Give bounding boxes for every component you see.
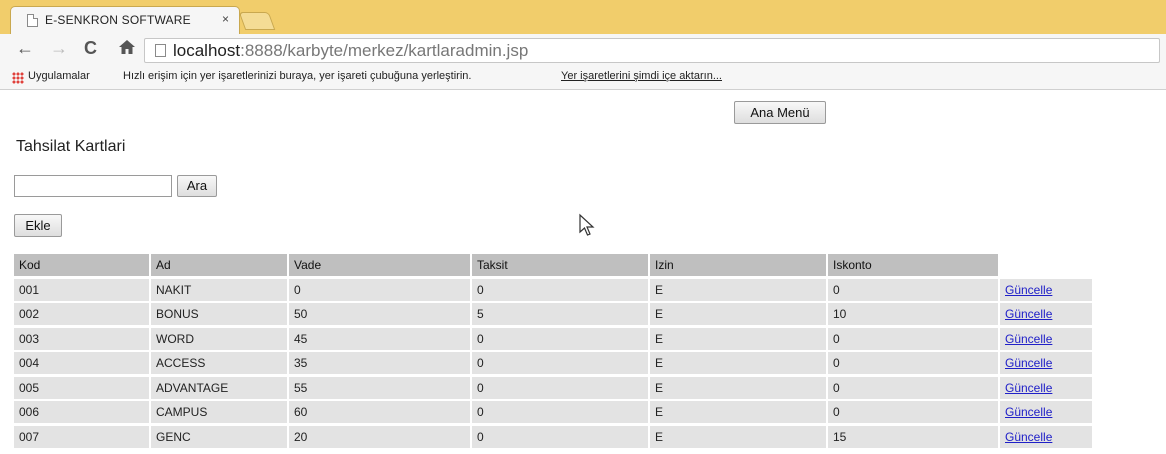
browser-toolbar: ← → C localhost:8888/karbyte/merkez/kart… bbox=[0, 34, 1166, 64]
cell-taksit: 0 bbox=[472, 278, 648, 301]
cell-taksit: 5 bbox=[472, 303, 648, 325]
browser-tab-bar: E-SENKRON SOFTWARE × bbox=[0, 0, 1166, 34]
column-header-iskonto: Iskonto bbox=[828, 254, 998, 276]
back-arrow-icon[interactable]: ← bbox=[16, 38, 34, 58]
cell-izin: E bbox=[650, 303, 826, 325]
search-input[interactable] bbox=[14, 175, 172, 197]
search-button[interactable]: Ara bbox=[177, 175, 217, 197]
update-link[interactable]: Güncelle bbox=[1005, 283, 1052, 297]
cell-taksit: 0 bbox=[472, 376, 648, 399]
cell-action: Güncelle bbox=[1000, 278, 1092, 301]
add-button[interactable]: Ekle bbox=[14, 214, 62, 237]
cell-ad: GENC bbox=[151, 425, 287, 448]
cell-taksit: 0 bbox=[472, 352, 648, 374]
cell-action: Güncelle bbox=[1000, 376, 1092, 399]
page-icon bbox=[155, 44, 166, 57]
tab-title: E-SENKRON SOFTWARE bbox=[45, 13, 191, 27]
cell-action: Güncelle bbox=[1000, 425, 1092, 448]
cell-action: Güncelle bbox=[1000, 327, 1092, 350]
cell-iskonto: 0 bbox=[828, 278, 998, 301]
cell-taksit: 0 bbox=[472, 327, 648, 350]
home-icon[interactable] bbox=[118, 38, 136, 60]
url-text: localhost:8888/karbyte/merkez/kartlaradm… bbox=[173, 41, 529, 60]
column-header-ad: Ad bbox=[151, 254, 287, 276]
bookmarks-hint: Hızlı erişim için yer işaretlerinizi bur… bbox=[123, 70, 472, 82]
main-menu-button[interactable]: Ana Menü bbox=[734, 101, 826, 124]
cell-iskonto: 0 bbox=[828, 401, 998, 423]
reload-icon[interactable]: C bbox=[84, 38, 97, 58]
import-bookmarks-link[interactable]: Yer işaretlerini şimdi içe aktarın... bbox=[561, 70, 722, 82]
page-title: Tahsilat Kartlari bbox=[16, 138, 126, 155]
cell-iskonto: 10 bbox=[828, 303, 998, 325]
cell-kod: 003 bbox=[14, 327, 149, 350]
cell-izin: E bbox=[650, 327, 826, 350]
update-link[interactable]: Güncelle bbox=[1005, 405, 1052, 419]
update-link[interactable]: Güncelle bbox=[1005, 381, 1052, 395]
cell-vade: 20 bbox=[289, 425, 470, 448]
cell-taksit: 0 bbox=[472, 401, 648, 423]
forward-arrow-icon[interactable]: → bbox=[50, 38, 68, 58]
bookmarks-bar: Uygulamalar Hızlı erişim için yer işaret… bbox=[0, 64, 1166, 90]
cell-kod: 006 bbox=[14, 401, 149, 423]
cell-kod: 007 bbox=[14, 425, 149, 448]
cell-iskonto: 15 bbox=[828, 425, 998, 448]
cell-action: Güncelle bbox=[1000, 352, 1092, 374]
cell-vade: 35 bbox=[289, 352, 470, 374]
cell-izin: E bbox=[650, 278, 826, 301]
close-tab-icon[interactable]: × bbox=[222, 12, 229, 26]
cell-vade: 60 bbox=[289, 401, 470, 423]
cell-action: Güncelle bbox=[1000, 401, 1092, 423]
bookmark-apps[interactable]: Uygulamalar bbox=[28, 70, 90, 82]
cell-iskonto: 0 bbox=[828, 352, 998, 374]
cell-vade: 0 bbox=[289, 278, 470, 301]
page-favicon-icon bbox=[27, 14, 38, 27]
cell-izin: E bbox=[650, 376, 826, 399]
column-header-izin: Izin bbox=[650, 254, 826, 276]
cell-kod: 002 bbox=[14, 303, 149, 325]
cell-kod: 005 bbox=[14, 376, 149, 399]
cell-ad: CAMPUS bbox=[151, 401, 287, 423]
cell-vade: 55 bbox=[289, 376, 470, 399]
cell-ad: NAKIT bbox=[151, 278, 287, 301]
cell-kod: 004 bbox=[14, 352, 149, 374]
cell-kod: 001 bbox=[14, 278, 149, 301]
update-link[interactable]: Güncelle bbox=[1005, 356, 1052, 370]
column-header-vade: Vade bbox=[289, 254, 470, 276]
cell-vade: 45 bbox=[289, 327, 470, 350]
update-link[interactable]: Güncelle bbox=[1005, 430, 1052, 444]
browser-tab[interactable]: E-SENKRON SOFTWARE × bbox=[10, 6, 240, 34]
cell-ad: WORD bbox=[151, 327, 287, 350]
new-tab-button[interactable] bbox=[238, 12, 276, 30]
cell-izin: E bbox=[650, 352, 826, 374]
cell-ad: ACCESS bbox=[151, 352, 287, 374]
cell-izin: E bbox=[650, 425, 826, 448]
update-link[interactable]: Güncelle bbox=[1005, 307, 1052, 321]
address-bar[interactable]: localhost:8888/karbyte/merkez/kartlaradm… bbox=[144, 38, 1160, 63]
cell-ad: BONUS bbox=[151, 303, 287, 325]
apps-grid-icon[interactable] bbox=[12, 72, 24, 84]
mouse-cursor-icon bbox=[579, 213, 595, 236]
cell-vade: 50 bbox=[289, 303, 470, 325]
cell-ad: ADVANTAGE bbox=[151, 376, 287, 399]
cell-iskonto: 0 bbox=[828, 327, 998, 350]
column-header-kod: Kod bbox=[14, 254, 149, 276]
update-link[interactable]: Güncelle bbox=[1005, 332, 1052, 346]
column-header-taksit: Taksit bbox=[472, 254, 648, 276]
cell-izin: E bbox=[650, 401, 826, 423]
cell-taksit: 0 bbox=[472, 425, 648, 448]
cell-action: Güncelle bbox=[1000, 303, 1092, 325]
cell-iskonto: 0 bbox=[828, 376, 998, 399]
